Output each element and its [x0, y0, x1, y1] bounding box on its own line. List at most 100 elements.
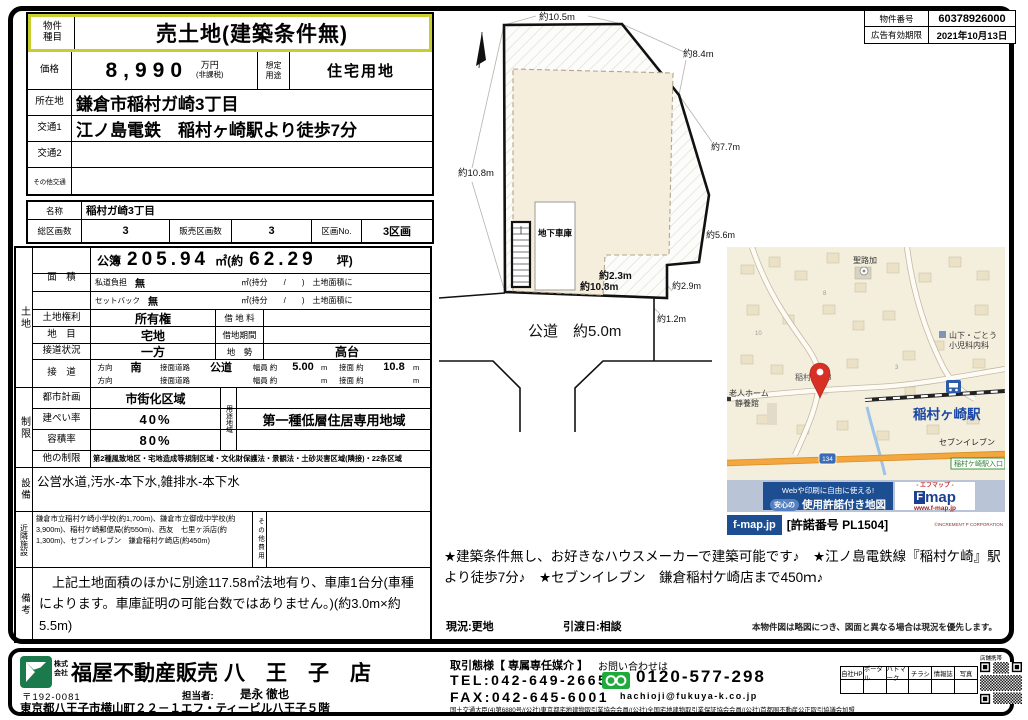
ad-expiry-value: 2021年10月13日 — [929, 27, 1015, 43]
property-number-label: 物件番号 — [865, 11, 929, 26]
branch-name: 八 王 子 店 — [224, 657, 371, 687]
tel-number: TEL:042-649-2665 — [450, 672, 608, 688]
private-road-value: 無 — [135, 275, 145, 290]
far-value: 80% — [91, 430, 221, 450]
svg-text:約10.5m: 約10.5m — [539, 11, 575, 23]
terrain-label: 地 勢 — [216, 344, 264, 359]
map-banner: Webや印刷に自由に使える! 安心の 使用許諾付き地図 - エフマップ - F … — [727, 480, 1005, 512]
fmap-url-badge: f-map.jp — [727, 515, 782, 535]
price-row: 価格 8,990 万円(非課税) 想定用途 住宅用地 — [28, 52, 432, 90]
city-plan-label: 都市計画 — [33, 388, 91, 408]
setback-note: ㎡(持分 / ) 土地面積に — [241, 292, 430, 309]
total-lots-value: 3 — [82, 220, 170, 242]
city-plan-value: 市街化区域 — [91, 388, 221, 408]
setback-row: セットバック 無 ㎡(持分 / ) 土地面積に — [33, 292, 430, 310]
svg-text:約10.8m: 約10.8m — [458, 167, 494, 179]
svg-text:約2.9m: 約2.9m — [672, 280, 701, 291]
frontage-status-row: 接道状況 一方 地 勢 高台 — [33, 344, 430, 360]
category-row: 地 目 宅地 借地期間 — [33, 327, 430, 344]
freedial-icon — [602, 672, 630, 689]
sales-points: ★建築条件無し、お好きなハウスメーカーで建築可能です♪ ★江ノ島電鉄線『稲村ケ崎… — [444, 547, 1010, 589]
media-table: 自社HP ポータル ハトマーク チラシ 情報誌 写真 — [840, 666, 978, 694]
access2-label: 交通2 — [28, 142, 72, 167]
frontage-status-value: 一方 — [91, 344, 216, 359]
station-name-label: 稲村ヶ崎駅 — [913, 406, 981, 422]
land-group-label: 土地 — [16, 248, 33, 388]
garage-outline — [535, 202, 575, 290]
lots-row: 総区画数 3 販売区画数 3 区画No. 3区画 — [28, 220, 432, 242]
stairs-icon — [512, 222, 530, 287]
svg-text:稲村ケ崎駅入口: 稲村ケ崎駅入口 — [954, 459, 1003, 468]
lease-period-value — [264, 327, 430, 343]
assumed-use-value: 住宅用地 — [290, 52, 432, 89]
terrain-value: 高台 — [264, 344, 430, 359]
lot-no-value: 3区画 — [362, 220, 432, 242]
station-icon — [946, 380, 961, 393]
facility-group-label: 設備 — [16, 468, 33, 512]
rights-label: 土地権利 — [33, 310, 91, 326]
land-table: 土地 制限 設備 近隣施設 備考 面 積 公簿 205.94 ㎡(約 62.29… — [14, 246, 432, 643]
setback-value: 無 — [148, 293, 158, 308]
svg-text:約10.8m: 約10.8m — [580, 280, 618, 293]
rights-row: 土地権利 所有権 借 地 料 — [33, 310, 430, 327]
access2-row: 交通2 — [28, 142, 432, 168]
other-restrictions-value: 第2種風致地区・宅地造成等規制区域・文化財保護法・景観法・土砂災害区域(隣接)・… — [91, 451, 430, 467]
qr-code — [980, 662, 1022, 704]
selling-lots-label: 販売区画数 — [170, 220, 232, 242]
home-label-1: 老人ホーム — [729, 388, 769, 398]
rent-label: 借 地 料 — [216, 310, 264, 326]
area-value: 公簿 205.94 ㎡(約 62.29 坪) — [91, 249, 353, 273]
svg-text:約8.4m: 約8.4m — [683, 48, 714, 60]
restriction-group-label: 制限 — [16, 388, 33, 468]
property-number-value: 60378926000 — [929, 11, 1015, 26]
zoning-value: 第一種低層住居専用地域 — [237, 388, 431, 451]
category-label: 地 目 — [33, 327, 91, 343]
zoning-label: 用途地域 — [221, 388, 237, 451]
access1-row: 交通1 江ノ島電鉄 稲村ヶ崎駅より徒歩7分 — [28, 116, 432, 142]
other-cost-label: その他費用 — [253, 512, 267, 567]
route-shield-icon: 134 — [819, 453, 836, 464]
ad-expiry-label: 広告有効期限 — [865, 27, 929, 43]
location-label: 所在地 — [28, 90, 72, 115]
neighborhood-group-label: 近隣施設 — [16, 512, 33, 568]
anshin-badge: 安心の — [770, 499, 799, 511]
svg-text:約1.2m: 約1.2m — [657, 313, 686, 324]
map-license-strip: f-map.jp [許諾番号 PL1504] ©INCREMENT P CORP… — [727, 512, 1005, 537]
svg-text:約5.6m: 約5.6m — [706, 229, 735, 240]
entrance-label: 稲村ケ崎駅入口 — [951, 458, 1005, 469]
setback-label: セットバック — [95, 295, 140, 306]
company-name: 福屋不動産販売 — [71, 657, 218, 687]
map-license-number: [許諾番号 PL1504] — [787, 516, 888, 533]
rent-value — [264, 310, 430, 326]
frontage-direction: 南 — [119, 359, 153, 375]
clinic-icon — [939, 331, 946, 338]
company-logo-icon — [20, 656, 52, 688]
private-road-row: 私道負担 無 ㎡(持分 / ) 土地面積に — [33, 274, 430, 292]
fmap-f-icon: F — [914, 491, 925, 504]
current-status: 現況:更地 — [446, 618, 494, 634]
fmap-logo: - エフマップ - F map www.f-map.jp — [895, 482, 975, 510]
garage-label: 地下車庫 — [538, 228, 573, 238]
map-copyright: ©INCREMENT P CORPORATION — [934, 522, 1005, 527]
north-arrow-icon — [476, 32, 486, 68]
svg-text:134: 134 — [822, 456, 833, 463]
clinic-label-2: 小児科内科 — [949, 340, 989, 350]
access1-label: 交通1 — [28, 116, 72, 141]
site-plan: 地下車庫 約10.5m 約8.4m 約7.7m — [436, 8, 748, 440]
access1-value: 江ノ島電鉄 稲村ヶ崎駅より徒歩7分 — [72, 116, 432, 141]
property-number-table: 物件番号 60378926000 広告有効期限 2021年10月13日 — [864, 10, 1016, 44]
subdivision-table: 名称 稲村ガ崎3丁目 総区画数 3 販売区画数 3 区画No. 3区画 — [26, 200, 434, 244]
frontage-status-label: 接道状況 — [33, 344, 91, 359]
total-lots-label: 総区画数 — [28, 220, 82, 242]
name-label: 名称 — [28, 202, 82, 219]
svg-text:約2.3m: 約2.3m — [599, 269, 632, 282]
frontage-width: 5.00 — [285, 361, 321, 373]
svg-text:10: 10 — [755, 331, 762, 337]
frontage-road-type: 公道 — [197, 359, 245, 375]
selling-lots-value: 3 — [232, 220, 312, 242]
frontage-row-1: 方向 南 接面道路 公道 幅員 約 5.00 m 接面 約 10.8 m — [33, 360, 430, 374]
neighborhood-value: 鎌倉市立稲村ケ崎小学校(約1,700m)、鎌倉市立御成中学校(約3,900m)、… — [33, 512, 253, 567]
other-restrictions-label: 他の制限 — [33, 451, 91, 467]
lease-period-label: 借地期間 — [216, 327, 264, 343]
contact-email: hachioji@fukuya-k.co.jp — [620, 691, 758, 701]
